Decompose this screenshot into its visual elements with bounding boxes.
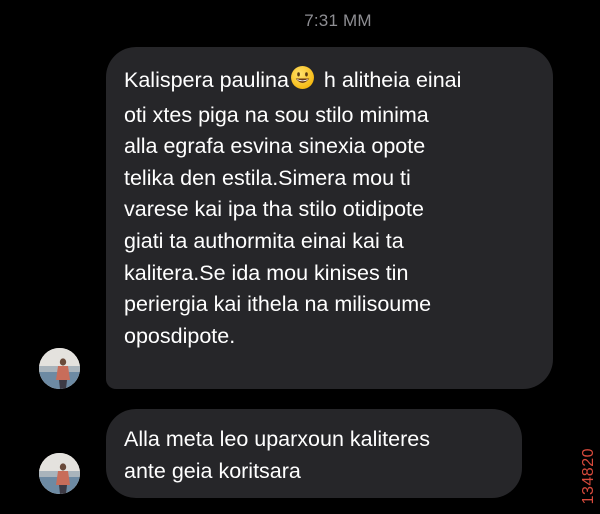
message-line: periergia kai ithela na milisoume: [124, 292, 432, 317]
sender-avatar[interactable]: [39, 453, 80, 494]
message-bubble[interactable]: Kalispera paulina h alitheia einai oti x…: [106, 47, 553, 389]
message-line: oti xtes piga na sou stilo minima: [124, 102, 429, 127]
message-line: varese kai ipa tha stilo otidipote: [124, 197, 424, 222]
message-line: oposdipote.: [124, 323, 236, 348]
watermark-id: 134820: [580, 447, 597, 504]
message-line: telika den estila.Simera mou ti: [124, 165, 411, 190]
message-line: Alla meta leo uparxoun kaliteres: [124, 427, 430, 451]
message-line: Kalispera paulina h alitheia einai: [124, 65, 535, 100]
message-timestamp: 7:31 MM: [304, 11, 372, 30]
message-line: alla egrafa esvina sinexia opote: [124, 134, 426, 159]
chat-screen: 7:31 MM Kalispera paulina h alitheia ein…: [0, 0, 600, 514]
message-line: ante geia koritsara: [124, 458, 301, 483]
grinning-face-icon: [290, 65, 315, 100]
message-line: kalitera.Se ida mou kinises tin: [124, 260, 409, 285]
sender-avatar[interactable]: [39, 348, 80, 389]
message-bubble[interactable]: Alla meta leo uparxoun kaliteres ante ge…: [106, 409, 522, 498]
message-line: giati ta authormita einai kai ta: [124, 228, 404, 253]
